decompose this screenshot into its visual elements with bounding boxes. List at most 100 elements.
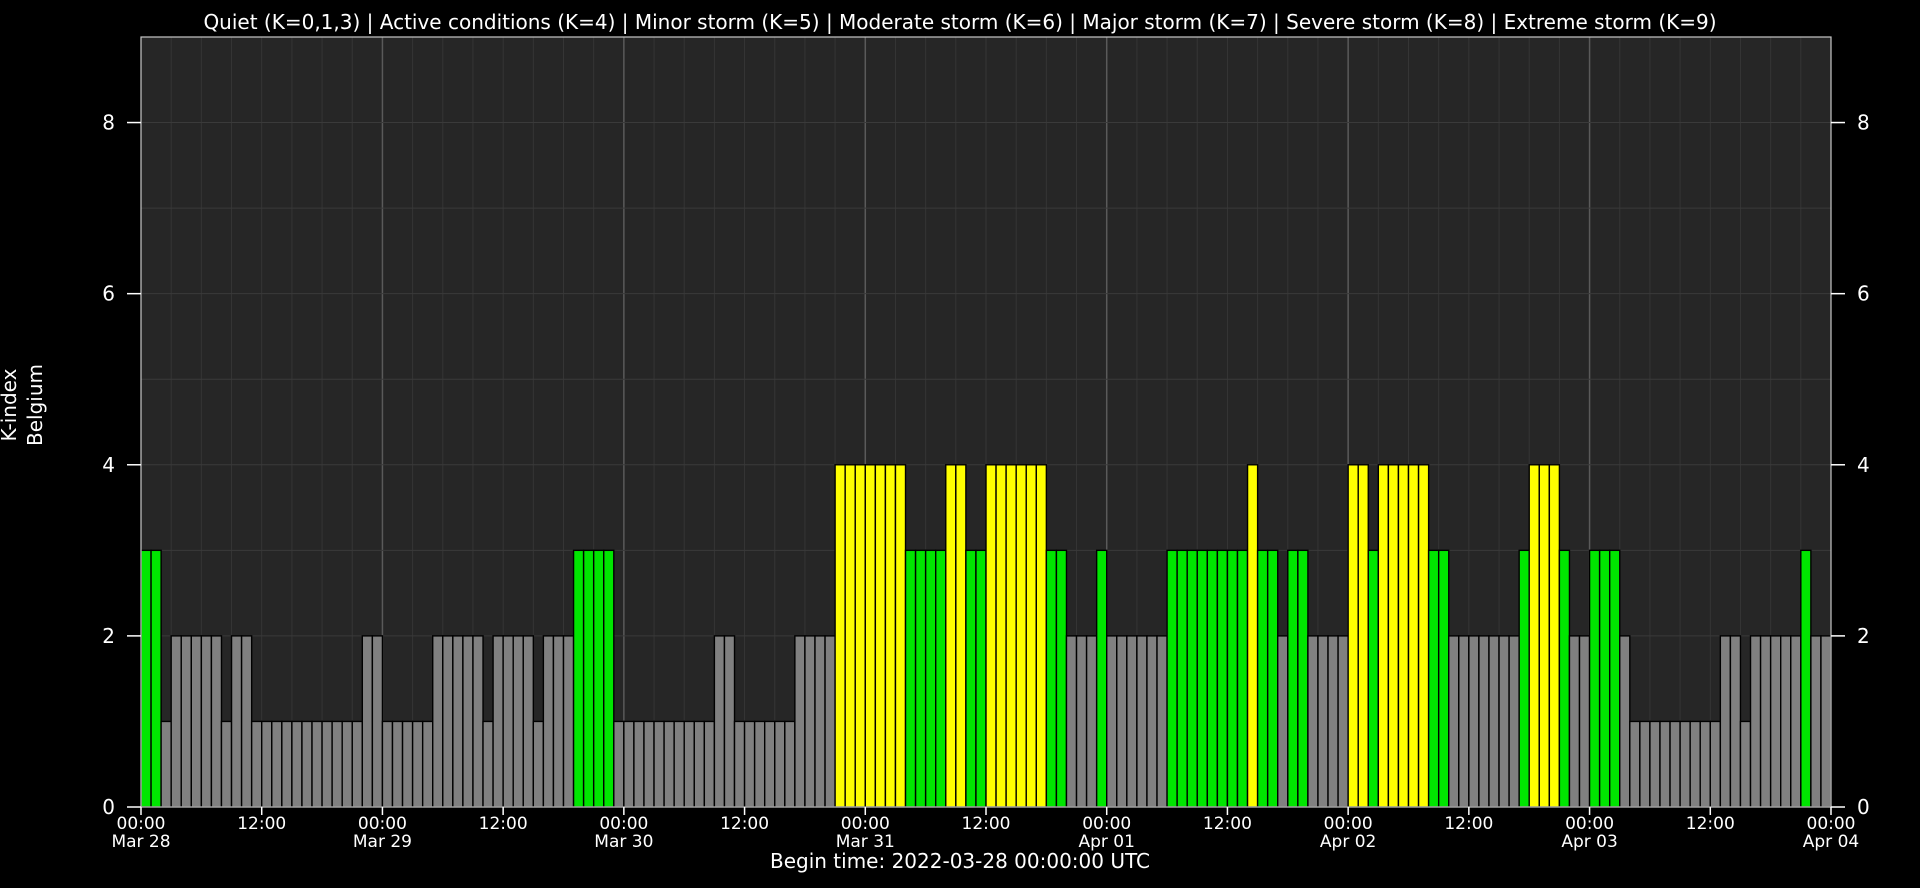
y-tick-label-left: 0 (102, 795, 115, 819)
k-index-bar (1769, 635, 1782, 808)
k-index-bar (140, 549, 152, 808)
y-tick-label-left: 4 (102, 453, 115, 477)
k-index-bar (1176, 549, 1188, 808)
k-index-bar (502, 635, 514, 808)
k-index-bar (1468, 635, 1480, 808)
k-index-bar (844, 464, 856, 808)
k-index-bar (351, 720, 364, 808)
k-index-bar (713, 635, 726, 808)
k-index-bar (1659, 720, 1671, 808)
k-index-bar (834, 464, 846, 808)
k-index-bar (854, 464, 866, 808)
k-index-bar (1377, 464, 1390, 808)
k-index-bar (1106, 635, 1118, 808)
k-index-bar (1608, 549, 1621, 808)
k-index-bar (743, 720, 756, 808)
k-index-bar (1347, 464, 1359, 808)
k-index-bar (1005, 464, 1017, 808)
k-index-bar (955, 464, 967, 808)
k-index-bar (1548, 464, 1561, 808)
k-index-bar (1136, 635, 1148, 808)
k-index-bar (763, 720, 776, 808)
k-index-bar (1146, 635, 1158, 808)
y-tick-label-left: 8 (102, 111, 115, 135)
k-index-bar (1598, 549, 1611, 808)
k-index-bar (995, 464, 1007, 808)
k-index-bar (975, 549, 987, 808)
k-index-bar (1800, 549, 1812, 808)
begin-time-label: Begin time: 2022-03-28 00:00:00 UTC (769, 849, 1150, 873)
k-index-bar (562, 635, 575, 808)
k-index-bar (1226, 549, 1239, 808)
k-index-bar (532, 720, 545, 808)
k-index-bar (1588, 549, 1601, 808)
k-index-bar (733, 720, 746, 808)
k-index-bar (814, 635, 826, 808)
k-index-bar (985, 464, 997, 808)
k-index-bar (1367, 549, 1380, 808)
k-index-bar (341, 720, 353, 808)
k-index-bar (1045, 549, 1058, 808)
k-index-bar (804, 635, 816, 808)
k-index-bar (442, 635, 454, 808)
k-index-bar (1075, 635, 1088, 808)
x-tick-label-time: 12:00 (1686, 814, 1735, 834)
k-index-bar (1186, 549, 1198, 808)
k-index-bar (914, 549, 927, 808)
k-index-bar (180, 635, 192, 808)
k-index-bar (1116, 635, 1128, 808)
k-index-bar (462, 635, 474, 808)
k-index-bar (633, 720, 645, 808)
k-index-bar (1156, 635, 1168, 808)
k-index-bar (1709, 720, 1722, 808)
k-index-bar (592, 549, 605, 808)
x-tick-label-time: 00:00 (841, 814, 890, 834)
k-index-bar (210, 635, 223, 808)
k-index-bar (965, 549, 977, 808)
k-index-bar (1166, 549, 1178, 808)
k-index-bar (1337, 635, 1349, 808)
k-index-bar (753, 720, 766, 808)
x-tick-label-time: 00:00 (1565, 814, 1614, 834)
k-index-bar (1759, 635, 1772, 808)
x-tick-label-time: 12:00 (479, 814, 528, 834)
x-tick-label-time: 00:00 (1082, 814, 1131, 834)
k-index-bar (311, 720, 323, 808)
k-index-bar (281, 720, 293, 808)
k-index-bar (1578, 635, 1591, 808)
k-index-bar (613, 720, 625, 808)
k-index-bar (703, 720, 716, 808)
k-index-bar (582, 549, 595, 808)
k-index-bar (794, 635, 806, 808)
k-index-bar (1427, 549, 1440, 808)
k-index-bar (321, 720, 333, 808)
k-index-bar (200, 635, 213, 808)
k-index-bar (160, 720, 172, 808)
k-index-bar (1528, 464, 1540, 808)
k-index-bar (190, 635, 203, 808)
k-index-bar (482, 720, 494, 808)
k-index-bar (1699, 720, 1711, 808)
k-index-bar (1619, 635, 1631, 808)
k-index-bar (1126, 635, 1138, 808)
k-index-bar (230, 635, 243, 808)
k-index-bar (1035, 464, 1048, 808)
k-index-bar (1629, 720, 1641, 808)
x-tick-label-time: 00:00 (1324, 814, 1373, 834)
k-index-bar (924, 549, 937, 808)
k-index-bar (1357, 464, 1369, 808)
y-tick-label-right: 8 (1857, 111, 1870, 135)
k-index-bar (250, 720, 263, 808)
k-index-bar (331, 720, 343, 808)
k-index-bar (1448, 635, 1460, 808)
k-index-bar (1327, 635, 1339, 808)
x-tick-label-time: 12:00 (962, 814, 1011, 834)
k-index-bar (371, 635, 384, 808)
k-index-bar (643, 720, 655, 808)
k-index-bar (432, 635, 444, 808)
k-index-bar (904, 549, 917, 808)
x-tick-label-time: 00:00 (117, 814, 166, 834)
k-index-bar (1387, 464, 1400, 808)
k-index-bar (1085, 635, 1098, 808)
k-index-bar (401, 720, 414, 808)
